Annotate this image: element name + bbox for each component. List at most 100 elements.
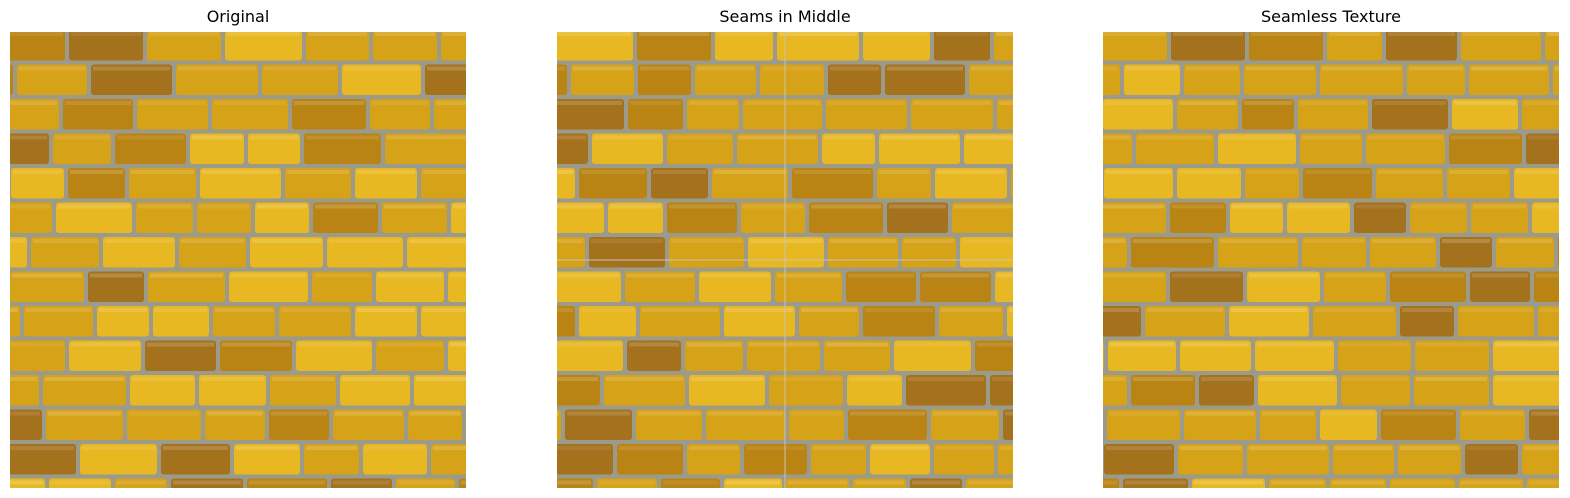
brick-highlight (1322, 411, 1375, 416)
brick-highlight (201, 377, 264, 381)
brick-highlight (90, 273, 142, 278)
brick-highlight (461, 480, 466, 485)
brick-highlight (1378, 170, 1441, 174)
brick (1011, 168, 1013, 199)
brick-highlight (264, 66, 336, 71)
brick-highlight (629, 342, 679, 347)
brick-highlight (971, 66, 1013, 71)
brick-highlight (1304, 239, 1364, 243)
brick-highlight (45, 377, 124, 381)
brick-highlight (1356, 204, 1404, 209)
brick (934, 32, 990, 61)
brick-highlight (105, 239, 173, 243)
brick-highlight (117, 480, 165, 485)
brick-highlight (1536, 273, 1559, 278)
brick-highlight (1103, 66, 1118, 71)
brick-highlight (1368, 135, 1443, 140)
brick (1386, 32, 1457, 61)
brick-highlight (357, 308, 415, 312)
brick (69, 32, 143, 61)
brick-highlight (427, 66, 466, 71)
panel-title-original: Original (206, 7, 270, 26)
brick-highlight (65, 101, 131, 105)
brick-highlight (70, 170, 123, 174)
brick-highlight (82, 446, 155, 450)
brick-highlight (997, 273, 1013, 278)
brick-highlight (117, 135, 184, 140)
brick-texture-image-original (10, 32, 466, 488)
brick-highlight (308, 32, 367, 36)
brick-highlight (968, 480, 1013, 485)
brick-highlight (689, 101, 737, 105)
brick-highlight (372, 101, 428, 105)
brick-highlight (149, 32, 219, 36)
brick-highlight (1326, 273, 1384, 278)
panel-original: Original (10, 0, 466, 498)
brick-highlight (745, 101, 820, 105)
brick-highlight (163, 446, 228, 450)
brick-highlight (879, 170, 929, 174)
brick-highlight (606, 377, 683, 381)
brick-highlight (1451, 135, 1520, 140)
brick (1103, 32, 1167, 61)
brick-highlight (639, 32, 709, 36)
brick-highlight (697, 66, 754, 71)
brick-highlight (344, 66, 419, 71)
brick-highlight (813, 446, 864, 450)
brick-highlight (1179, 101, 1236, 105)
brick-highlight (1172, 273, 1241, 278)
brick (373, 32, 437, 61)
panel-title-seamless-texture: Seamless Texture (1260, 7, 1401, 26)
brick (441, 32, 466, 61)
brick-highlight (409, 239, 466, 243)
brick-highlight (443, 32, 466, 36)
brick-highlight (1524, 446, 1559, 450)
brick-highlight (1322, 66, 1401, 71)
brick-highlight (1372, 239, 1434, 243)
brick-highlight (1540, 308, 1559, 312)
brick-highlight (1249, 273, 1318, 278)
brick-highlight (872, 446, 928, 450)
brick-highlight (10, 377, 37, 381)
brick-highlight (250, 135, 298, 140)
brick-highlight (966, 135, 1013, 140)
brick-highlight (138, 204, 191, 209)
brick-highlight (1454, 101, 1516, 105)
brick-highlight (10, 342, 63, 347)
brick-highlight (669, 204, 735, 209)
brick-highlight (10, 204, 50, 209)
brick (147, 32, 221, 61)
brick-highlight (450, 342, 466, 347)
brick-highlight (962, 239, 1013, 243)
brick-highlight (71, 32, 141, 36)
brick-highlight (1000, 446, 1013, 450)
brick-highlight (287, 170, 349, 174)
brick-highlight (1388, 32, 1455, 36)
brick-highlight (1534, 204, 1559, 209)
brick (1461, 32, 1541, 61)
brick-highlight (436, 101, 466, 105)
brick-highlight (1329, 32, 1380, 36)
brick-highlight (1417, 342, 1487, 347)
brick-highlight (378, 342, 442, 347)
brick-highlight (653, 170, 706, 174)
brick-highlight (315, 204, 376, 209)
brick (994, 32, 1013, 61)
brick-highlight (848, 273, 914, 278)
brick-highlight (1125, 480, 1186, 485)
brick (1558, 237, 1559, 267)
brick-highlight (131, 170, 194, 174)
brick-highlight (93, 66, 170, 71)
brick-highlight (1529, 480, 1559, 485)
brick-highlight (581, 308, 634, 312)
brick-highlight (791, 411, 842, 416)
brick-highlight (849, 377, 900, 381)
brick-highlight (557, 480, 591, 485)
brick-highlight (19, 66, 85, 71)
brick-highlight (557, 101, 622, 105)
brick-highlight (150, 273, 223, 278)
brick-highlight (714, 170, 786, 174)
brick-highlight (830, 239, 896, 243)
brick-highlight (591, 239, 663, 243)
brick-highlight (669, 135, 731, 140)
